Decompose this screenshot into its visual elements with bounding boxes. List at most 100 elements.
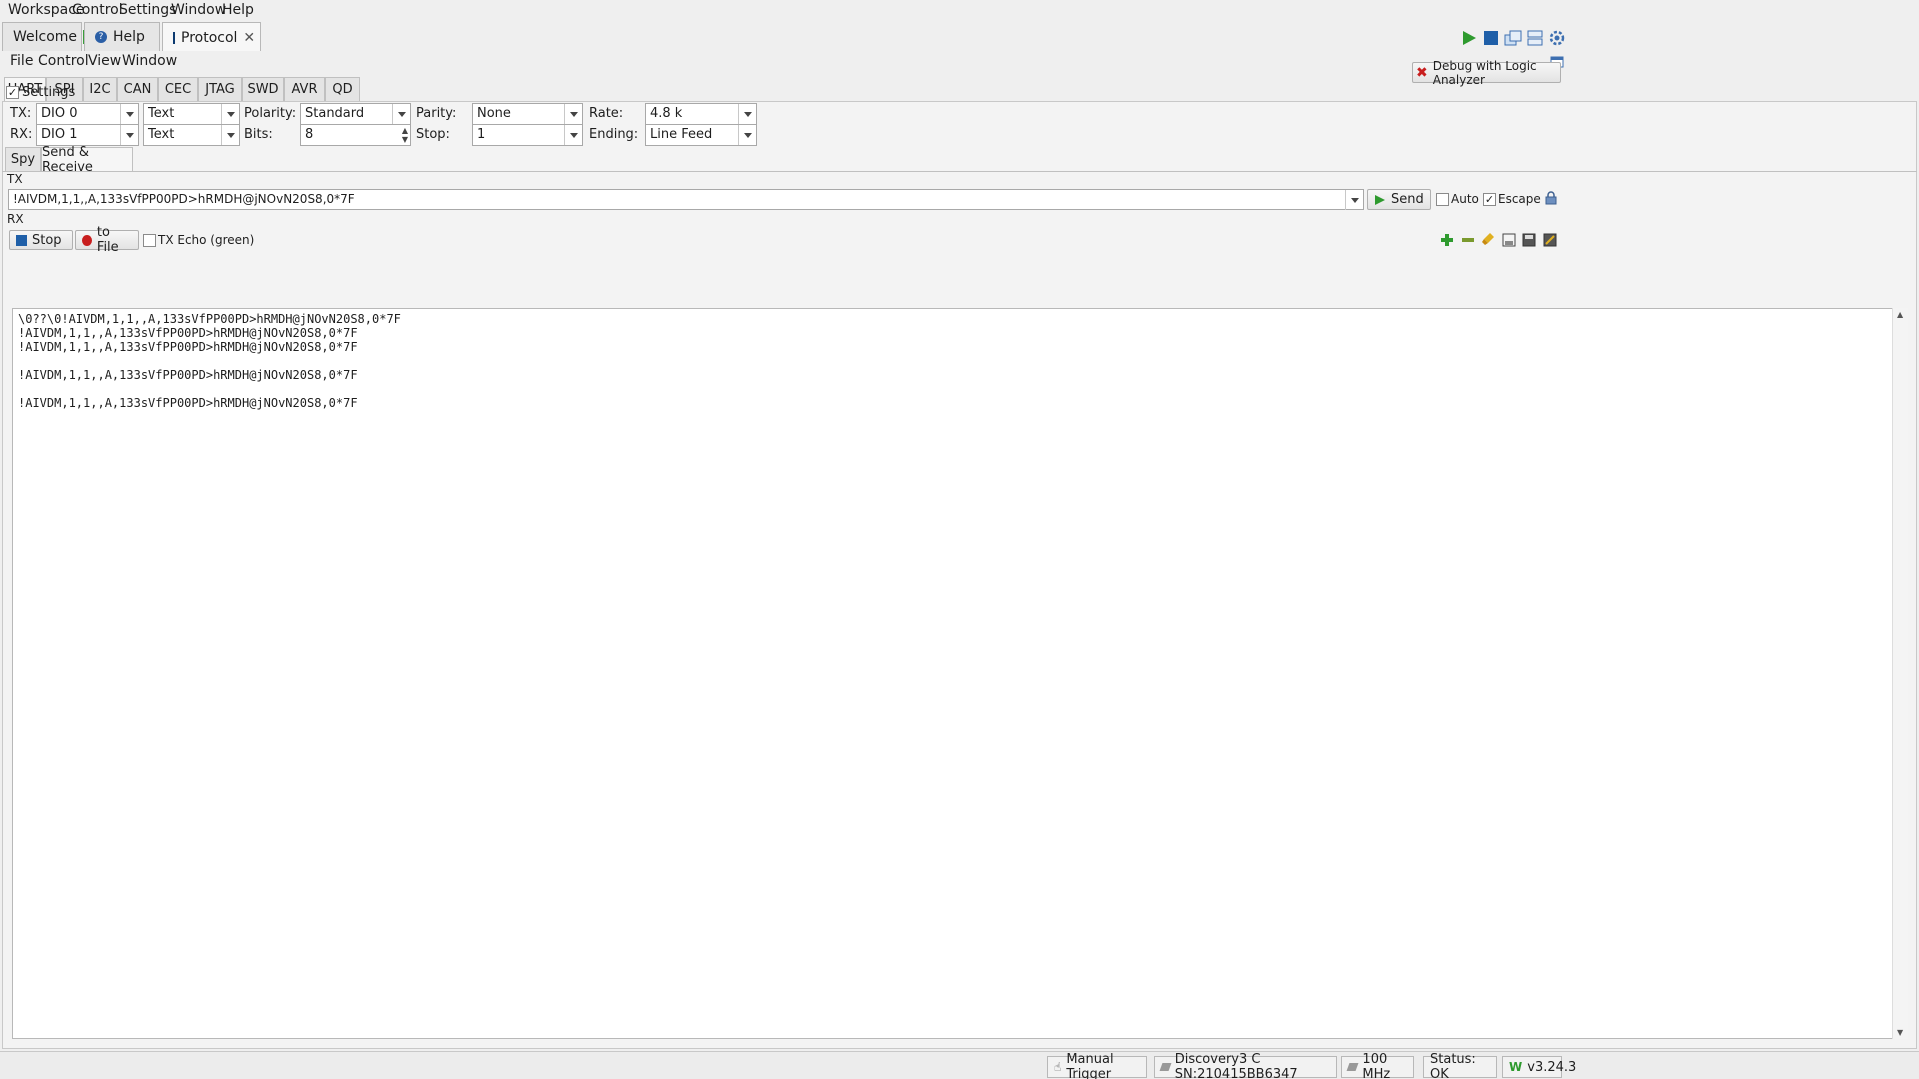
- settings-gear-icon[interactable]: [1545, 26, 1569, 50]
- version-button[interactable]: W v3.24.3: [1502, 1056, 1576, 1078]
- tab-send-receive[interactable]: Send & Receive: [41, 145, 133, 175]
- device-label: Discovery3 C SN:210415BB6347: [1174, 1052, 1298, 1079]
- lock-icon[interactable]: [1544, 191, 1558, 205]
- polarity-value: Standard: [305, 106, 365, 121]
- spin-arrows-icon[interactable]: ▲ ▼: [402, 126, 408, 144]
- device-icon: [1159, 1063, 1172, 1071]
- rx-output[interactable]: \0??\0!AIVDM,1,1,,A,133sVfPP00PD>hRMDH@j…: [12, 308, 1908, 1039]
- clock-label: 100 MHz: [1362, 1052, 1391, 1079]
- bits-value: 8: [305, 127, 314, 142]
- tx-format-select[interactable]: Text: [143, 103, 240, 125]
- status-button[interactable]: Status: OK: [1423, 1052, 1497, 1079]
- help-icon: ?: [95, 31, 107, 43]
- chevron-down-icon: [221, 104, 239, 124]
- tab-qd[interactable]: QD: [325, 77, 360, 102]
- menu-settings[interactable]: Settings: [119, 2, 176, 18]
- tab-cec[interactable]: CEC: [158, 77, 198, 102]
- tx-format-value: Text: [148, 106, 175, 121]
- window-cascade-icon[interactable]: [1501, 26, 1525, 50]
- device-button[interactable]: Discovery3 C SN:210415BB6347: [1154, 1052, 1337, 1079]
- debug-button-label: Debug with Logic Analyzer: [1432, 58, 1537, 87]
- tab-spy[interactable]: Spy: [5, 147, 41, 172]
- debug-logic-analyzer-button[interactable]: ✖ Debug with Logic Analyzer: [1412, 59, 1561, 87]
- tx-input[interactable]: !AIVDM,1,1,,A,133sVfPP00PD>hRMDH@jNOvN20…: [8, 189, 1364, 210]
- menu-inner-control[interactable]: Control: [38, 53, 89, 69]
- close-red-icon: ✖: [1416, 64, 1428, 81]
- tab-jtag[interactable]: JTAG: [198, 77, 242, 102]
- stop-value: 1: [477, 127, 486, 142]
- bits-label: Bits:: [244, 127, 273, 142]
- tab-swd[interactable]: SWD: [242, 77, 284, 102]
- menu-help[interactable]: Help: [222, 2, 254, 18]
- clear-brush-icon[interactable]: [1481, 232, 1495, 246]
- version-label: v3.24.3: [1527, 1059, 1577, 1075]
- open-file-icon[interactable]: [1502, 233, 1516, 247]
- parity-select[interactable]: None: [472, 103, 583, 125]
- rx-pin-value: DIO 1: [41, 127, 78, 142]
- menu-window[interactable]: Window: [171, 2, 226, 18]
- ending-value: Line Feed: [650, 127, 713, 142]
- stop-button[interactable]: Stop: [9, 230, 73, 250]
- waveforms-logo-icon: W: [1509, 1060, 1523, 1074]
- rx-line: \0??\0!AIVDM,1,1,,A,133sVfPP00PD>hRMDH@j…: [18, 312, 401, 326]
- rx-label: RX:: [10, 127, 33, 142]
- stop-select[interactable]: 1: [472, 124, 583, 146]
- rx-format-value: Text: [148, 127, 175, 142]
- parity-label: Parity:: [416, 106, 457, 121]
- stop-label: Stop:: [416, 127, 450, 142]
- scroll-up-icon[interactable]: ▲: [1897, 310, 1903, 319]
- tab-protocol[interactable]: Protocol ✕: [162, 22, 261, 52]
- protocol-icon: [173, 31, 175, 44]
- tab-i2c[interactable]: I2C: [83, 77, 117, 102]
- rx-section-label: RX: [7, 212, 24, 226]
- rx-line: !AIVDM,1,1,,A,133sVfPP00PD>hRMDH@jNOvN20…: [18, 326, 358, 340]
- chevron-down-icon[interactable]: [1345, 190, 1363, 210]
- settings-checkbox[interactable]: ✓: [6, 86, 19, 99]
- tab-avr[interactable]: AVR: [284, 77, 325, 102]
- remove-icon[interactable]: [1461, 233, 1475, 247]
- app-menubar: Workspace Control Settings Window Help: [0, 0, 1919, 20]
- bits-spinbox[interactable]: 8 ▲ ▼: [300, 124, 411, 146]
- rx-format-select[interactable]: Text: [143, 124, 240, 146]
- auto-label: Auto: [1451, 192, 1479, 206]
- status-label: Status: OK: [1430, 1052, 1476, 1079]
- manual-trigger-button[interactable]: ☝ Manual Trigger: [1047, 1052, 1147, 1079]
- chevron-down-icon: [392, 104, 410, 124]
- save-icon[interactable]: [1522, 233, 1536, 247]
- tab-welcome-label: Welcome: [13, 29, 78, 45]
- stop-icon[interactable]: [1479, 26, 1503, 50]
- clock-button[interactable]: 100 MHz: [1341, 1052, 1414, 1079]
- tx-section-label: TX: [7, 172, 23, 186]
- tx-echo-checkbox[interactable]: [143, 234, 156, 247]
- tab-can[interactable]: CAN: [117, 77, 158, 102]
- tx-label: TX:: [10, 106, 32, 121]
- tab-welcome[interactable]: Welcome: [2, 22, 98, 51]
- rx-pin-select[interactable]: DIO 1: [36, 124, 139, 146]
- rate-select[interactable]: 4.8 k: [645, 103, 757, 125]
- run-icon[interactable]: [1457, 26, 1481, 50]
- menu-control[interactable]: Control: [72, 2, 123, 18]
- add-icon[interactable]: [1440, 233, 1454, 247]
- menu-file[interactable]: File: [10, 53, 33, 69]
- tab-help[interactable]: ? Help: [84, 22, 160, 51]
- scroll-down-icon[interactable]: ▼: [1897, 1028, 1903, 1037]
- chevron-down-icon: [738, 125, 756, 145]
- status-bar: ☝ Manual Trigger Discovery3 C SN:210415B…: [0, 1051, 1919, 1079]
- menu-inner-window[interactable]: Window: [122, 53, 177, 69]
- auto-checkbox[interactable]: [1436, 193, 1449, 206]
- ending-select[interactable]: Line Feed: [645, 124, 757, 146]
- rx-scrollbar[interactable]: ▲ ▼: [1892, 308, 1908, 1039]
- export-icon[interactable]: [1543, 233, 1557, 247]
- menu-view[interactable]: View: [88, 53, 121, 69]
- polarity-select[interactable]: Standard: [300, 103, 411, 125]
- chevron-down-icon: [221, 125, 239, 145]
- window-tile-icon[interactable]: [1523, 26, 1547, 50]
- tx-pin-select[interactable]: DIO 0: [36, 103, 139, 125]
- escape-checkbox[interactable]: ✓: [1483, 193, 1496, 206]
- protocol-menubar: File Control View Window: [0, 51, 1919, 73]
- close-icon[interactable]: ✕: [243, 30, 255, 46]
- send-button[interactable]: Send: [1367, 189, 1431, 210]
- record-to-file-button[interactable]: to File: [75, 225, 139, 255]
- settings-label: Settings: [22, 85, 76, 100]
- to-file-label: to File: [96, 225, 119, 255]
